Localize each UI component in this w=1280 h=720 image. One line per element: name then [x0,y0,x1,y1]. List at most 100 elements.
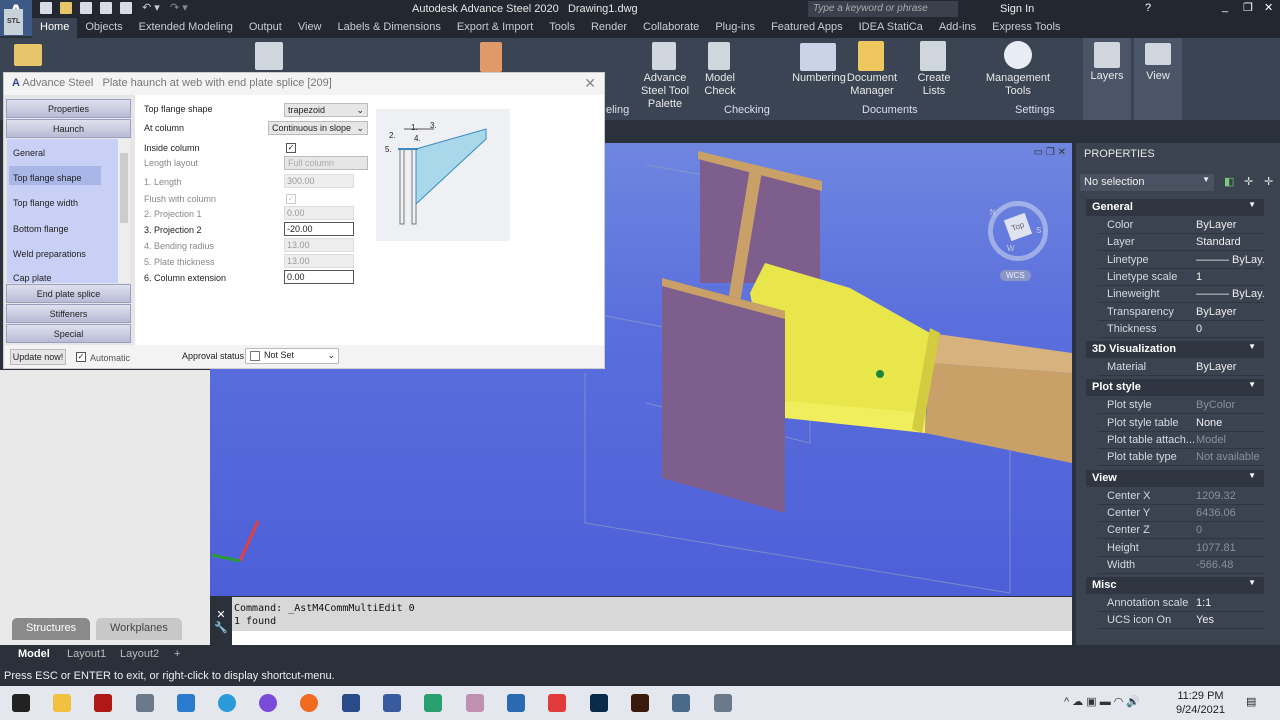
save-icon[interactable] [80,2,92,14]
property-row[interactable]: Color ByLayer [1098,217,1264,234]
tab-home[interactable]: Home [32,18,78,38]
folder-icon[interactable] [14,44,42,66]
tab-featured-apps[interactable]: Featured Apps [763,18,851,38]
at-column-select[interactable]: Continuous in slope ⌄ [268,121,368,135]
tab-labels-dimensions[interactable]: Labels & Dimensions [330,18,449,38]
property-row[interactable]: Height 1077.81 [1098,540,1264,557]
property-row[interactable]: Center Y 6436.06 [1098,505,1264,522]
mail-icon[interactable] [177,694,195,712]
tool-palette-button[interactable]: Advance Steel Tool Palette [630,72,700,111]
model-check-icon[interactable] [708,42,730,70]
open-icon[interactable] [60,2,72,14]
property-row[interactable]: Plot table attach... Model [1098,432,1264,449]
property-row[interactable]: Center Z 0 [1098,522,1264,540]
property-row[interactable]: Material ByLayer [1098,359,1264,377]
app-icon[interactable] [94,694,112,712]
app-menu-button[interactable]: ASTL [0,0,32,36]
projection2-input[interactable]: -20.00 [284,222,354,236]
panel-settings[interactable]: Settings [1015,104,1055,116]
add-layout-button[interactable]: + [174,648,180,660]
property-row[interactable]: Center X 1209.32 [1098,488,1264,505]
telegram-icon[interactable] [218,694,236,712]
viber-icon[interactable] [259,694,277,712]
automatic-checkbox[interactable]: ✓ [76,352,86,362]
advance-steel-icon[interactable] [342,694,360,712]
document-manager-button[interactable]: Document Manager [845,72,899,98]
undo-icon[interactable]: ↶ ▾ [142,1,160,14]
flush-with-column-checkbox[interactable]: ✓ [286,194,296,204]
tab-objects[interactable]: Objects [77,18,130,38]
illustrator-icon[interactable] [631,694,649,712]
top-flange-shape-select[interactable]: trapezoid ⌄ [284,103,368,117]
nav-haunch[interactable]: Haunch [6,119,131,138]
section-plot-style[interactable]: Plot style ▼ [1086,379,1264,397]
viewport-controls[interactable]: ▭ ❐ ✕ [1034,147,1066,158]
tab-workplanes[interactable]: Workplanes [96,618,182,640]
column-extension-input[interactable]: 0.00 [284,270,354,284]
calculator-icon[interactable] [136,694,154,712]
notifications-icon[interactable]: ▤ [1246,695,1256,708]
tab-express-tools[interactable]: Express Tools [984,18,1068,38]
app4-icon[interactable] [672,694,690,712]
management-tools-button[interactable]: Management Tools [984,72,1052,98]
tab-view[interactable]: View [290,18,330,38]
minimize-button[interactable]: _ [1222,1,1228,13]
create-lists-button[interactable]: Create Lists [912,72,956,98]
nav-scrollbar[interactable] [118,139,130,283]
nav-stiffeners[interactable]: Stiffeners [6,304,131,323]
tab-structures[interactable]: Structures [12,618,91,640]
property-row[interactable]: Plot style table None [1098,415,1264,432]
autocad-2020-icon[interactable] [507,694,525,712]
model-check-button[interactable]: Model Check [700,72,740,98]
plate-icon[interactable] [480,42,502,72]
dialog-close-button[interactable]: ✕ [584,75,596,92]
tab-layout2[interactable]: Layout2 [120,648,159,660]
length-layout-select[interactable]: Full column [284,156,368,170]
app5-icon[interactable] [714,694,732,712]
projection1-input[interactable]: 0.00 [284,206,354,220]
close-button[interactable]: ✕ [1264,1,1273,14]
property-row[interactable]: Linetype ——— ByLay... [1098,252,1264,269]
layers-button[interactable]: Layers [1083,70,1131,83]
nav-general[interactable]: General [13,148,45,158]
nav-bottom-flange[interactable]: Bottom flange [13,224,69,234]
tab-render[interactable]: Render [583,18,635,38]
viewcube[interactable]: Top N S W [988,201,1048,261]
property-row[interactable]: Transparency ByLayer [1098,304,1264,321]
nav-weld-preparations[interactable]: Weld preparations [13,249,86,259]
nav-top-flange-width[interactable]: Top flange width [13,198,78,208]
revit-icon[interactable] [383,694,401,712]
panel-modeling[interactable]: eling [606,104,629,116]
beam-icon[interactable] [255,42,283,70]
layers-icon[interactable] [1094,42,1120,68]
inside-column-checkbox[interactable]: ✓ [286,143,296,153]
property-row[interactable]: Linetype scale 1 [1098,269,1264,286]
tab-tools[interactable]: Tools [541,18,583,38]
section-misc[interactable]: Misc ▼ [1086,577,1264,595]
tab-layout1[interactable]: Layout1 [67,648,106,660]
file-explorer-icon[interactable] [53,694,71,712]
photoshop-icon[interactable] [590,694,608,712]
nav-properties[interactable]: Properties [6,99,131,118]
firefox-icon[interactable] [300,694,318,712]
management-tools-icon[interactable] [1004,41,1032,69]
property-row[interactable]: Width -566.48 [1098,557,1264,574]
section-view[interactable]: View ▼ [1086,469,1264,487]
section-general[interactable]: General ▼ [1086,199,1264,216]
property-row[interactable]: Plot style ByColor [1098,397,1264,415]
restore-button[interactable]: ❐ [1243,1,1253,14]
app3-icon[interactable] [548,694,566,712]
property-row[interactable]: Lineweight ——— ByLay... [1098,286,1264,304]
nav-top-flange-shape[interactable]: Top flange shape [13,173,82,183]
tab-model[interactable]: Model [18,648,50,660]
document-manager-icon[interactable] [858,41,884,71]
length-input[interactable]: 300.00 [284,174,354,188]
numbering-button[interactable]: Numbering [792,72,846,85]
tab-extended-modeling[interactable]: Extended Modeling [131,18,241,38]
tab-add-ins[interactable]: Add-ins [931,18,984,38]
save-as-icon[interactable] [100,2,112,14]
nav-cap-plate[interactable]: Cap plate [13,273,52,283]
search-input[interactable]: Type a keyword or phrase [808,1,958,17]
tab-idea-statica[interactable]: IDEA StatiCa [851,18,931,38]
property-row[interactable]: Plot table type Not available [1098,449,1264,467]
